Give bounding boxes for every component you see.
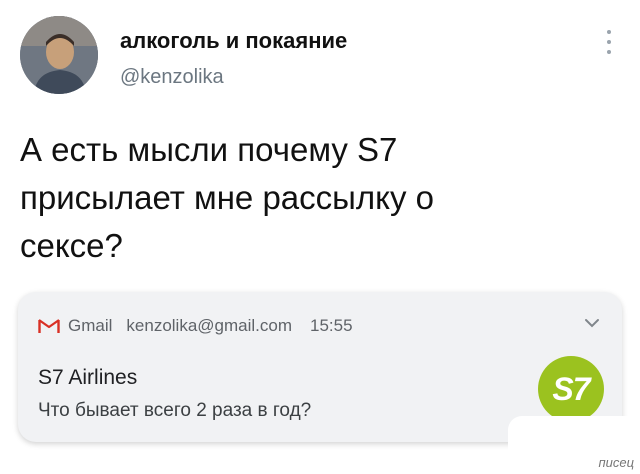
tweet-text: А есть мысли почему S7 присылает мне рас… (20, 131, 434, 264)
gmail-icon (38, 318, 60, 334)
s7-logo: S7 (538, 356, 604, 422)
email-subject: Что бывает всего 2 раза в год? (38, 400, 312, 421)
notification-header: Gmail kenzolika@gmail.com 15:55 (38, 316, 353, 336)
notification-time: 15:55 (310, 316, 353, 335)
user-avatar-icon (20, 16, 98, 94)
user-handle[interactable]: @kenzolika (120, 66, 224, 89)
chevron-down-icon[interactable] (584, 318, 600, 328)
app-name: Gmail (68, 316, 113, 335)
watermark: писец (598, 455, 634, 470)
tweet: алкоголь и покаяние @kenzolika А есть мы… (0, 0, 640, 474)
account-email: kenzolika@gmail.com (126, 316, 292, 335)
display-name[interactable]: алкоголь и покаяние (120, 28, 347, 54)
avatar[interactable] (20, 16, 98, 94)
vertical-dots-icon[interactable] (604, 30, 614, 54)
s7-logo-text: S7 (552, 370, 590, 407)
email-sender: S7 Airlines (38, 366, 138, 389)
